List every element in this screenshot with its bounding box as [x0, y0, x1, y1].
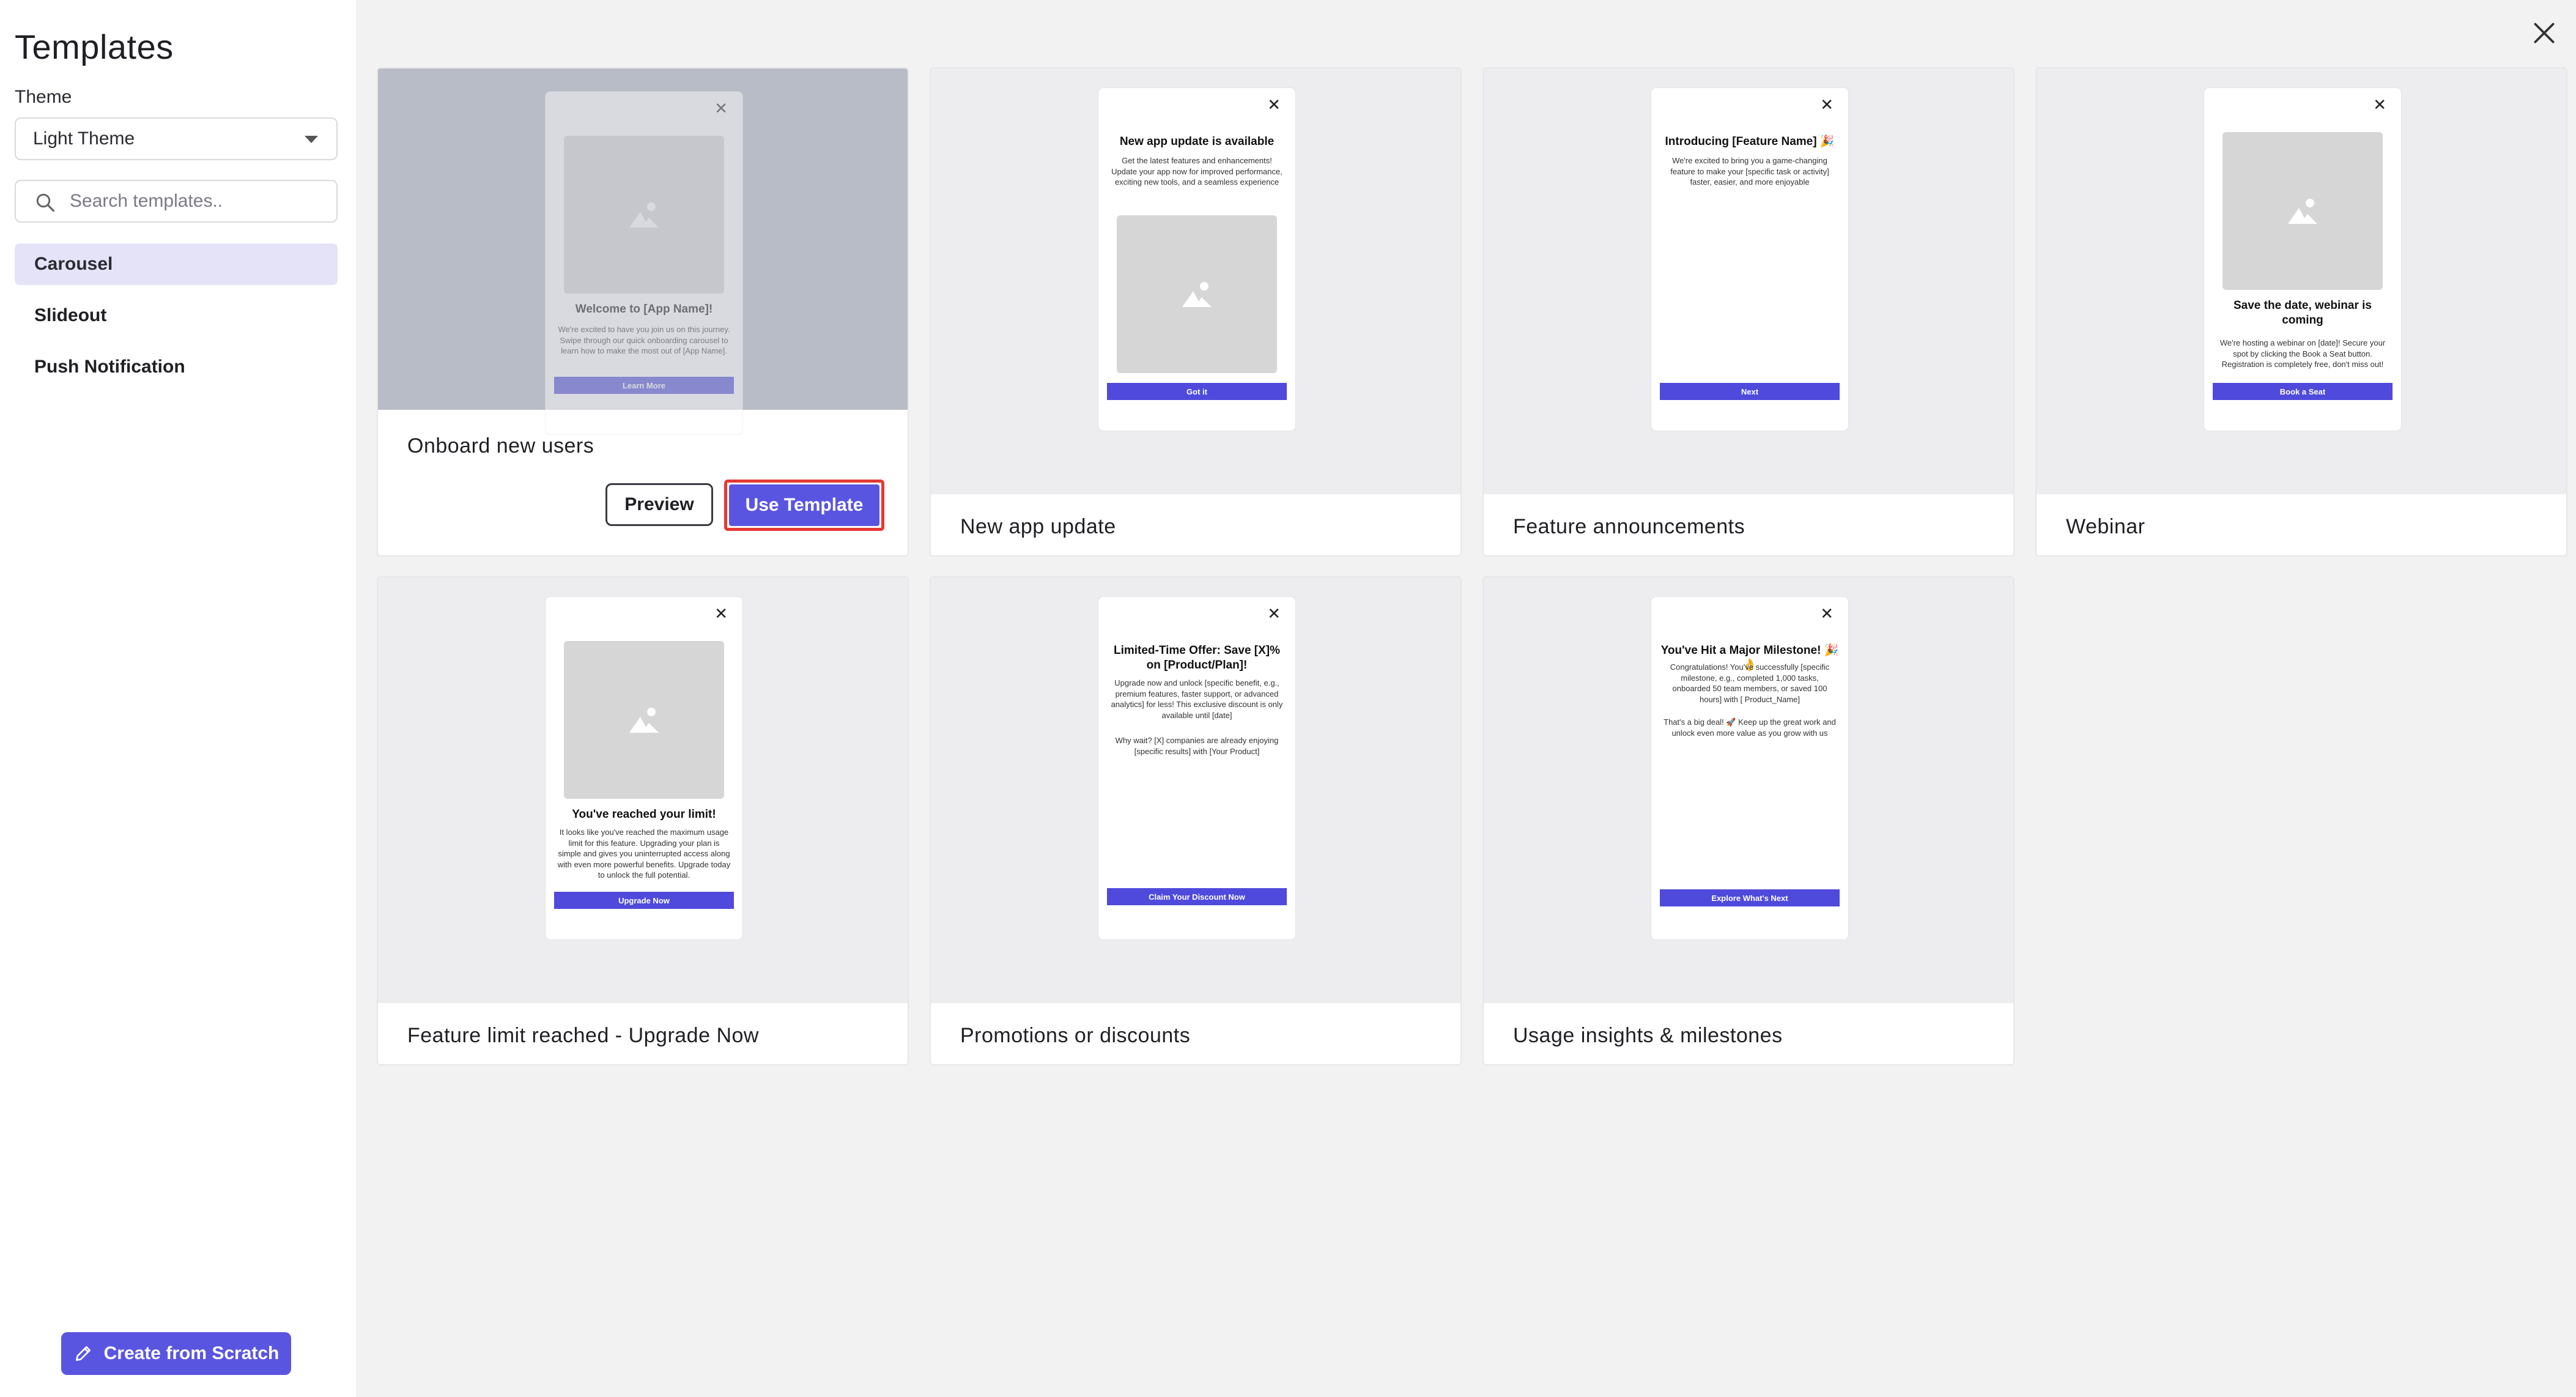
mock-heading: Limited-Time Offer: Save [X]% on [Produc… — [1113, 644, 1281, 672]
create-from-scratch-button[interactable]: Create from Scratch — [61, 1332, 291, 1375]
template-mock: ✕ Save the date, webinar is coming We're… — [2204, 88, 2401, 431]
template-preview-area: ✕ Welcome to [App Name]! We're excited t… — [378, 69, 908, 434]
mock-button: Next — [1660, 383, 1840, 400]
close-icon: ✕ — [714, 99, 728, 117]
image-placeholder — [1117, 215, 1277, 373]
card-title: Usage insights & milestones — [1513, 1024, 1783, 1047]
search-box[interactable] — [15, 180, 338, 223]
image-icon — [629, 202, 659, 228]
sidebar: Templates Theme Light Theme Carousel Sli… — [0, 0, 357, 1397]
pencil-icon — [75, 1346, 91, 1361]
mock-body: It looks like you've reached the maximum… — [557, 828, 731, 880]
mock-body: Upgrade now and unlock [specific benefit… — [1111, 678, 1283, 720]
template-card-promotions[interactable]: ✕ Limited-Time Offer: Save [X]% on [Prod… — [930, 576, 1462, 1065]
mock-body: We're excited to bring you a game-changi… — [1670, 156, 1829, 187]
mock-button: Upgrade Now — [554, 892, 734, 909]
mock-body: Congratulations! You've successfully [sp… — [1670, 662, 1830, 704]
template-preview-area: ✕ Save the date, webinar is coming We're… — [2037, 69, 2566, 494]
template-preview-area: ✕ You've reached your limit! It looks li… — [378, 577, 908, 1003]
card-title: Feature limit reached - Upgrade Now — [407, 1024, 759, 1047]
use-template-label: Use Template — [729, 484, 879, 526]
theme-select[interactable]: Light Theme — [15, 117, 338, 160]
mock-heading: You've reached your limit! — [572, 808, 716, 821]
mock-body: Get the latest features and enhancements… — [1111, 156, 1282, 187]
close-icon: ✕ — [2373, 95, 2386, 114]
nav-item-push-notification[interactable]: Push Notification — [15, 346, 338, 388]
card-title: Onboard new users — [407, 434, 594, 458]
close-icon: ✕ — [1820, 604, 1834, 623]
nav-item-carousel[interactable]: Carousel — [15, 243, 338, 285]
card-title: Feature announcements — [1513, 515, 1745, 538]
use-template-button[interactable]: Use Template — [724, 480, 884, 531]
template-mock: ✕ You've reached your limit! It looks li… — [546, 597, 742, 939]
close-icon: ✕ — [1820, 95, 1834, 114]
image-icon — [2288, 199, 2317, 224]
mock-body: We're excited to have you join us on thi… — [558, 325, 730, 356]
mock-button: Book a Seat — [2213, 383, 2393, 400]
create-from-scratch-label: Create from Scratch — [103, 1343, 279, 1363]
nav-item-slideout[interactable]: Slideout — [15, 295, 338, 336]
mock-button: Got it — [1107, 383, 1287, 400]
template-card-app-update[interactable]: ✕ New app update is available Get the la… — [930, 67, 1462, 557]
image-placeholder — [564, 136, 724, 294]
template-mock: ✕ Welcome to [App Name]! We're excited t… — [546, 92, 742, 434]
mock-body: We're hosting a webinar on [date]! Secur… — [2219, 338, 2386, 369]
mock-heading: Welcome to [App Name]! — [575, 303, 713, 316]
theme-select-value: Light Theme — [33, 128, 135, 149]
preview-button[interactable]: Preview — [605, 483, 713, 526]
close-icon: ✕ — [1267, 95, 1281, 114]
close-icon: ✕ — [714, 604, 728, 623]
card-title: Promotions or discounts — [960, 1024, 1191, 1047]
mock-heading: Introducing [Feature Name] 🎉 — [1665, 135, 1835, 148]
template-card-feature-limit[interactable]: ✕ You've reached your limit! It looks li… — [377, 576, 909, 1065]
mock-body-secondary: Why wait? [X] companies are already enjo… — [1115, 736, 1279, 756]
template-mock: ✕ Limited-Time Offer: Save [X]% on [Prod… — [1098, 597, 1295, 939]
mock-button: Learn More — [554, 377, 734, 394]
card-title: New app update — [960, 515, 1116, 538]
template-mock: ✕ You've Hit a Major Milestone! 🎉👌 Congr… — [1651, 597, 1848, 939]
mock-heading: New app update is available — [1119, 135, 1275, 148]
template-mock: ✕ Introducing [Feature Name] 🎉 We're exc… — [1651, 88, 1848, 431]
close-icon[interactable] — [2531, 20, 2558, 46]
image-icon — [629, 708, 659, 733]
mock-heading: Save the date, webinar is coming — [2234, 299, 2372, 327]
template-type-nav: Carousel Slideout Push Notification — [15, 243, 338, 398]
image-icon — [1182, 282, 1212, 307]
template-card-onboard[interactable]: ✕ Welcome to [App Name]! We're excited t… — [377, 67, 909, 557]
chevron-down-icon — [305, 136, 318, 143]
template-preview-area: ✕ Limited-Time Offer: Save [X]% on [Prod… — [931, 577, 1460, 1003]
mock-button: Claim Your Discount Now — [1107, 888, 1287, 905]
template-preview-area: ✕ New app update is available Get the la… — [931, 69, 1460, 494]
template-preview-area: ✕ Introducing [Feature Name] 🎉 We're exc… — [1484, 69, 2013, 494]
template-mock: ✕ New app update is available Get the la… — [1098, 88, 1295, 431]
template-card-webinar[interactable]: ✕ Save the date, webinar is coming We're… — [2035, 67, 2567, 557]
page-title: Templates — [15, 28, 174, 66]
template-card-feature-announcements[interactable]: ✕ Introducing [Feature Name] 🎉 We're exc… — [1482, 67, 2015, 557]
theme-label: Theme — [15, 87, 72, 107]
template-card-usage-insights[interactable]: ✕ You've Hit a Major Milestone! 🎉👌 Congr… — [1482, 576, 2015, 1065]
template-preview-area: ✕ You've Hit a Major Milestone! 🎉👌 Congr… — [1484, 577, 2013, 1003]
image-placeholder — [2223, 132, 2383, 290]
image-placeholder — [564, 641, 724, 799]
search-icon — [36, 193, 55, 212]
mock-body-secondary: That's a big deal! 🚀 Keep up the great w… — [1664, 717, 1836, 738]
close-icon: ✕ — [1267, 604, 1281, 623]
card-title: Webinar — [2066, 515, 2145, 538]
mock-button: Explore What's Next — [1660, 889, 1840, 906]
search-input[interactable] — [70, 191, 336, 212]
